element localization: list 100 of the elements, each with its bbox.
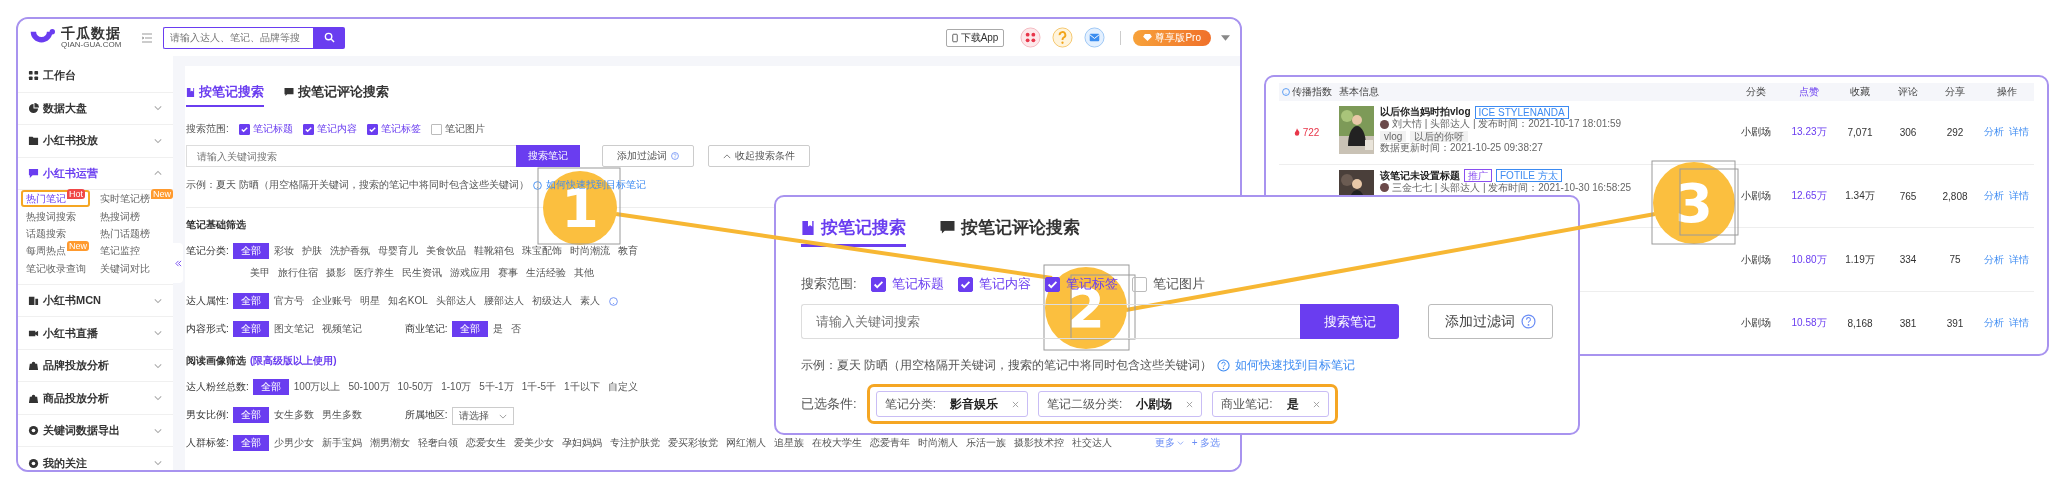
checkbox[interactable]: 笔记内容 xyxy=(302,122,357,136)
filter-option[interactable]: 乐活一族 xyxy=(962,435,1009,451)
section-note[interactable]: (限高级版以上使用) xyxy=(250,354,337,368)
filter-option[interactable]: 鞋靴箱包 xyxy=(470,243,517,259)
apps-icon[interactable] xyxy=(1020,27,1042,48)
action-link[interactable]: 详情 xyxy=(2009,252,2029,267)
checkbox[interactable]: 笔记标签 xyxy=(366,122,421,136)
tab[interactable]: 按笔记搜索 xyxy=(801,213,906,247)
filter-option[interactable]: 在校大学生 xyxy=(808,435,865,451)
filter-option[interactable]: 恋爱女生 xyxy=(462,435,509,451)
condition-chip[interactable]: 笔记二级分类: 小剧场 xyxy=(1037,391,1203,417)
filter-option[interactable]: 轻奢白领 xyxy=(414,435,461,451)
filter-option[interactable]: 爱美少女 xyxy=(510,435,557,451)
filter-option[interactable]: 少男少女 xyxy=(270,435,317,451)
filter-option[interactable]: 是 xyxy=(489,321,506,337)
condition-chip[interactable]: 商业笔记: 是 xyxy=(1212,391,1329,417)
tab[interactable]: 按笔记评论搜索 xyxy=(940,213,1080,247)
filter-option[interactable]: 其他 xyxy=(570,265,597,281)
filter-option[interactable]: 潮男潮女 xyxy=(366,435,413,451)
filter-option[interactable]: 知名KOL xyxy=(384,293,431,309)
filter-option[interactable]: 1千-5千 xyxy=(518,379,560,395)
submenu-item[interactable]: 热门笔记 xyxy=(26,192,66,206)
close-icon[interactable] xyxy=(1186,400,1194,408)
filter-option[interactable]: 50-100万 xyxy=(345,379,393,395)
filter-option[interactable]: 全部 xyxy=(451,321,488,337)
filter-option[interactable]: 美食饮品 xyxy=(422,243,469,259)
submenu-item[interactable]: 热搜词搜索 xyxy=(26,209,76,223)
action-link[interactable]: 详情 xyxy=(2009,189,2029,204)
filter-option[interactable]: 明星 xyxy=(356,293,383,309)
submenu-item[interactable]: 笔记监控 xyxy=(100,244,140,258)
action-link[interactable]: 分析 xyxy=(1984,252,2004,267)
region-dropdown[interactable]: 请选择 xyxy=(451,407,514,425)
column-header[interactable]: 分类 xyxy=(1729,85,1783,99)
filter-option[interactable]: 否 xyxy=(507,321,524,337)
add-filter-button[interactable]: 添加过滤词 xyxy=(1428,304,1553,339)
help-link[interactable]: 如何快速找到目标笔记 xyxy=(1235,356,1356,374)
filter-option[interactable]: 1千以下 xyxy=(561,379,603,395)
action-link[interactable]: 分析 xyxy=(1984,125,2004,140)
filter-option[interactable]: 官方号 xyxy=(270,293,307,309)
filter-option[interactable]: 素人 xyxy=(576,293,603,309)
filter-option[interactable]: 爱买彩妆党 xyxy=(664,435,721,451)
search-notes-button[interactable]: 搜索笔记 xyxy=(516,145,580,167)
submenu-item[interactable]: 笔记收录查询 xyxy=(26,261,86,275)
filter-option[interactable]: 赛事 xyxy=(494,265,521,281)
submenu-item[interactable]: 热门话题榜 xyxy=(100,226,150,240)
submenu-item[interactable]: 实时笔记榜 xyxy=(100,192,150,206)
search-field[interactable]: 请输入达人、笔记、品牌等搜 xyxy=(163,26,314,49)
tab[interactable]: 按笔记评论搜索 xyxy=(284,81,389,107)
collapse-conditions-button[interactable]: 收起搜索条件 xyxy=(708,145,810,167)
close-icon[interactable] xyxy=(1011,400,1019,408)
filter-option[interactable]: 时尚潮人 xyxy=(914,435,961,451)
filter-option[interactable]: 男生多数 xyxy=(318,407,365,423)
search-notes-button[interactable]: 搜索笔记 xyxy=(1300,304,1399,339)
filter-option[interactable]: 腰部达人 xyxy=(480,293,527,309)
action-link[interactable]: 分析 xyxy=(1984,316,2004,331)
filter-option[interactable]: 新手宝妈 xyxy=(318,435,365,451)
filter-option[interactable]: 初级达人 xyxy=(528,293,575,309)
filter-option[interactable]: 全部 xyxy=(252,379,289,395)
filter-option[interactable]: 100万以上 xyxy=(290,379,344,395)
filter-option[interactable]: 摄影 xyxy=(322,265,349,281)
filter-option[interactable]: 恋爱青年 xyxy=(866,435,913,451)
filter-option[interactable]: 专注护肤党 xyxy=(606,435,663,451)
checkbox[interactable]: 笔记图片 xyxy=(430,122,485,136)
filter-option[interactable]: 民生资讯 xyxy=(398,265,445,281)
filter-option[interactable]: 旅行住宿 xyxy=(274,265,321,281)
filter-option[interactable]: 女生多数 xyxy=(270,407,317,423)
column-header[interactable]: 评论 xyxy=(1885,85,1931,99)
filter-option[interactable]: 全部 xyxy=(232,321,269,337)
checkbox[interactable]: 笔记内容 xyxy=(957,275,1031,293)
column-header[interactable]: 点赞 xyxy=(1783,85,1835,99)
action-link[interactable]: 详情 xyxy=(2009,125,2029,140)
filter-option[interactable]: 游戏应用 xyxy=(446,265,493,281)
filter-option[interactable]: 追星族 xyxy=(770,435,807,451)
filter-option[interactable]: 孕妇妈妈 xyxy=(558,435,605,451)
filter-option[interactable]: 图文笔记 xyxy=(270,321,317,337)
menu-icon[interactable] xyxy=(141,31,154,44)
filter-option[interactable]: 自定义 xyxy=(604,379,641,395)
filter-option[interactable]: 生活经验 xyxy=(522,265,569,281)
filter-option[interactable]: 全部 xyxy=(232,293,269,309)
action-link[interactable]: 详情 xyxy=(2009,316,2029,331)
column-header[interactable]: 收藏 xyxy=(1835,85,1885,99)
filter-option[interactable]: 珠宝配饰 xyxy=(518,243,565,259)
submenu-item[interactable]: 每周热点 xyxy=(26,244,66,258)
note-title[interactable]: 该笔记未设置标题 xyxy=(1380,168,1460,183)
help-icon[interactable] xyxy=(1052,27,1074,48)
note-title[interactable]: 以后你当妈时拍vlog xyxy=(1380,105,1471,119)
add-filter-button[interactable]: 添加过滤词 xyxy=(602,145,694,167)
filter-option[interactable]: 5千-1万 xyxy=(476,379,517,395)
caret-icon[interactable] xyxy=(1221,34,1230,41)
submenu-item[interactable]: 话题搜索 xyxy=(26,226,66,240)
keyword-field[interactable]: 请输入关键词搜索 xyxy=(186,145,516,167)
filter-option[interactable]: 全部 xyxy=(232,243,269,259)
filter-option[interactable]: 企业账号 xyxy=(308,293,355,309)
checkbox[interactable]: 笔记标题 xyxy=(238,122,293,136)
mail-icon[interactable] xyxy=(1084,27,1106,48)
condition-chip[interactable]: 笔记分类: 影音娱乐 xyxy=(875,391,1028,417)
collapse-button[interactable] xyxy=(173,243,183,283)
column-header[interactable]: 基本信息 xyxy=(1334,85,1729,99)
filter-option[interactable]: 10-50万 xyxy=(394,379,437,395)
filter-option[interactable]: 视频笔记 xyxy=(318,321,365,337)
